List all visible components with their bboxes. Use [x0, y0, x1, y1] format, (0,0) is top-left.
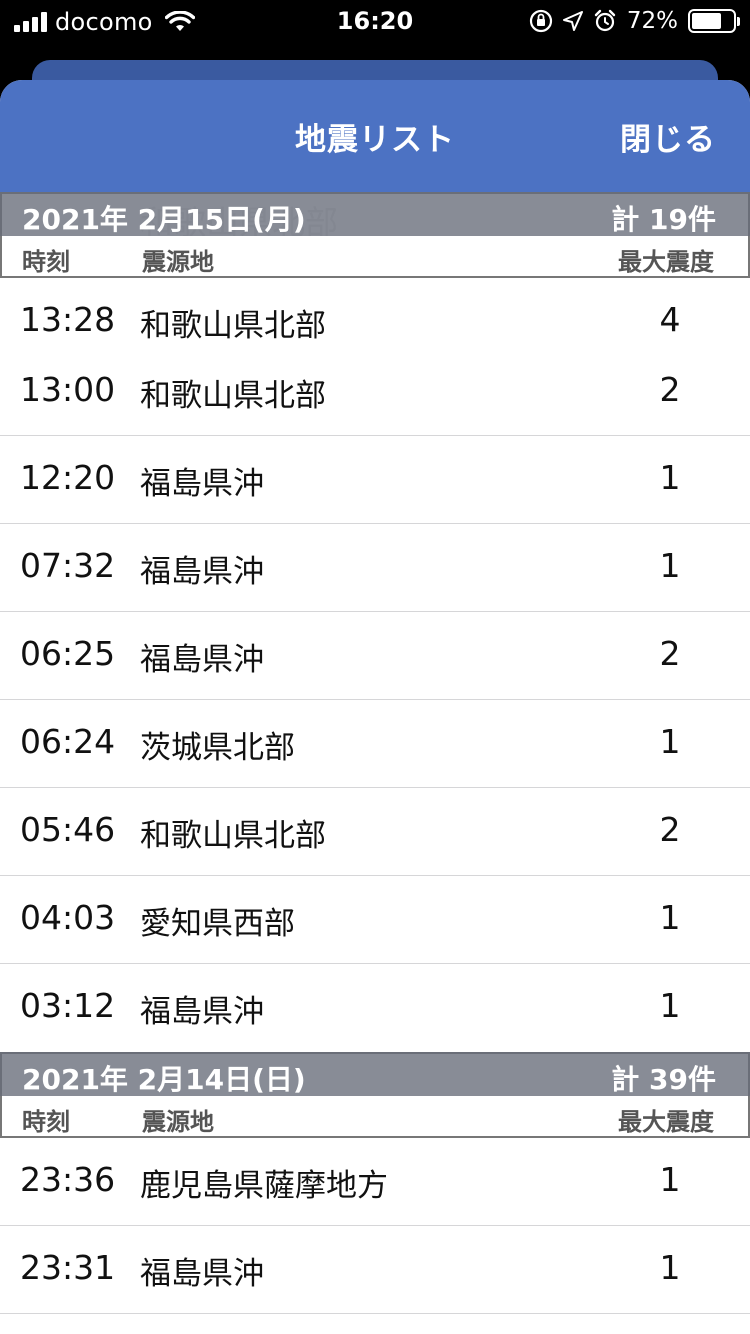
- column-epicenter-label: 震源地: [142, 1108, 214, 1136]
- location-arrow-icon: [562, 11, 583, 31]
- section-count: 計 19件: [611, 203, 716, 236]
- row-max-intensity: 1: [659, 1160, 681, 1199]
- section-date: 2021年 2月15日(月): [22, 203, 306, 236]
- status-right: 72%: [529, 6, 740, 36]
- row-time: 12:20: [20, 458, 116, 497]
- row-max-intensity: 2: [659, 370, 681, 409]
- table-row[interactable]: 13:00 和歌山県北部 2: [0, 348, 750, 436]
- row-epicenter: 福島県沖: [140, 642, 264, 678]
- table-row[interactable]: 23:31 福島県沖 1: [0, 1226, 750, 1314]
- row-epicenter: 和歌山県北部: [140, 308, 326, 344]
- column-headers: 時刻 震源地 最大震度: [0, 236, 750, 278]
- table-row[interactable]: 07:32 福島県沖 1: [0, 524, 750, 612]
- row-epicenter: 福島県沖: [140, 994, 264, 1030]
- row-max-intensity: 1: [659, 986, 681, 1025]
- section-date: 2021年 2月14日(日): [22, 1063, 306, 1096]
- row-max-intensity: 1: [659, 1248, 681, 1287]
- row-time: 23:36: [20, 1160, 116, 1199]
- row-max-intensity: 1: [659, 898, 681, 937]
- section-date-bar: 2021年 2月15日(月) 計 19件: [0, 192, 750, 236]
- section-header: 2021年 2月14日(日) 計 39件 時刻 震源地 最大震度: [0, 1052, 750, 1138]
- column-headers: 時刻 震源地 最大震度: [0, 1096, 750, 1138]
- row-time: 07:32: [20, 546, 116, 585]
- row-epicenter: 福島県沖: [140, 554, 264, 590]
- row-max-intensity: 2: [659, 810, 681, 849]
- column-intensity-label: 最大震度: [618, 1108, 714, 1136]
- navigation-bar: 地震リスト 閉じる: [0, 80, 750, 192]
- row-epicenter: 和歌山県北部: [140, 818, 326, 854]
- table-row[interactable]: 23:36 鹿児島県薩摩地方 1: [0, 1138, 750, 1226]
- row-time: 06:24: [20, 722, 116, 761]
- earthquake-list[interactable]: 和歌山県北部 13:28 和歌山県北部 4 13:00 和歌山県北部 2 12:…: [0, 192, 750, 1334]
- row-max-intensity: 1: [659, 722, 681, 761]
- row-max-intensity: 1: [659, 458, 681, 497]
- row-time: 23:31: [20, 1248, 116, 1287]
- row-epicenter: 福島県沖: [140, 466, 264, 502]
- row-time: 05:46: [20, 810, 116, 849]
- battery-fill: [692, 13, 721, 29]
- row-time: 04:03: [20, 898, 116, 937]
- row-max-intensity: 4: [659, 300, 681, 339]
- row-epicenter: 福島県沖: [140, 1256, 264, 1292]
- table-row[interactable]: 06:25 福島県沖 2: [0, 612, 750, 700]
- status-bar: docomo 16:20 72%: [0, 0, 750, 44]
- column-epicenter-label: 震源地: [142, 248, 214, 276]
- row-epicenter: 鹿児島県薩摩地方: [140, 1168, 388, 1204]
- section-header: 2021年 2月15日(月) 計 19件 時刻 震源地 最大震度: [0, 192, 750, 278]
- alarm-icon: [594, 9, 616, 32]
- row-time: 06:25: [20, 634, 116, 673]
- section-count: 計 39件: [611, 1063, 716, 1096]
- orientation-lock-icon: [529, 9, 552, 33]
- row-time: 13:00: [20, 370, 116, 409]
- table-row[interactable]: 03:12 福島県沖 1: [0, 964, 750, 1052]
- table-row[interactable]: 05:46 和歌山県北部 2: [0, 788, 750, 876]
- earthquake-list-sheet: 地震リスト 閉じる 和歌山県北部 13:28 和歌山県北部 4 13:00 和歌…: [0, 80, 750, 1334]
- row-time: 13:28: [20, 300, 116, 339]
- battery-percent: 72%: [626, 8, 678, 34]
- row-max-intensity: 1: [659, 546, 681, 585]
- table-row[interactable]: 06:24 茨城県北部 1: [0, 700, 750, 788]
- section-date-bar: 2021年 2月14日(日) 計 39件: [0, 1052, 750, 1096]
- close-button[interactable]: 閉じる: [620, 114, 716, 159]
- column-time-label: 時刻: [22, 248, 70, 276]
- table-row[interactable]: 12:20 福島県沖 1: [0, 436, 750, 524]
- row-epicenter: 茨城県北部: [140, 730, 295, 766]
- row-epicenter: 和歌山県北部: [140, 378, 326, 414]
- column-intensity-label: 最大震度: [618, 248, 714, 276]
- battery-icon: [688, 9, 740, 33]
- row-time: 03:12: [20, 986, 116, 1025]
- column-time-label: 時刻: [22, 1108, 70, 1136]
- table-row[interactable]: 04:03 愛知県西部 1: [0, 876, 750, 964]
- row-max-intensity: 2: [659, 634, 681, 673]
- row-epicenter: 愛知県西部: [140, 906, 295, 942]
